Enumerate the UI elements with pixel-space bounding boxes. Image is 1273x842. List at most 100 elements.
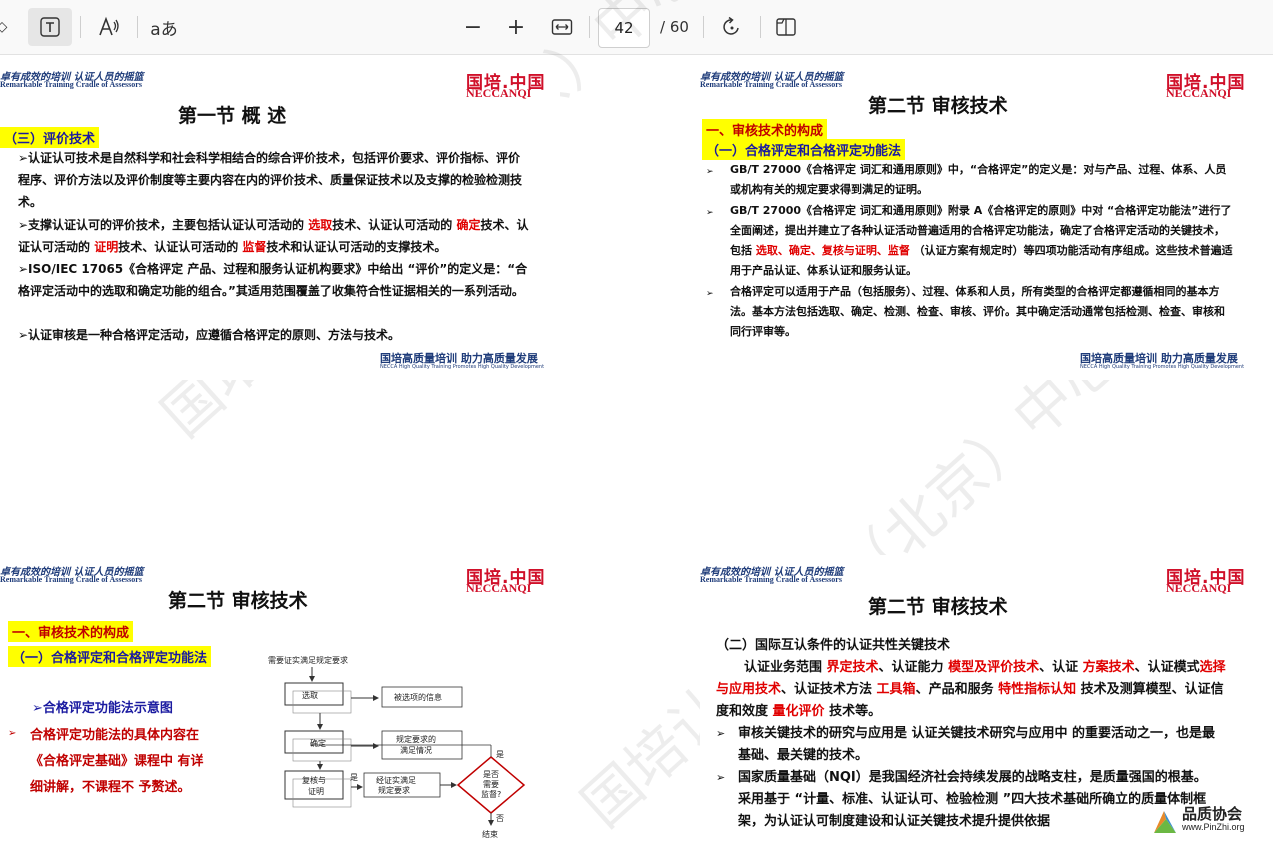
conformity-flowchart: 需要证实满足规定要求 选取 被选项的信息 确定 规定要求的 满足情况 复核与 证… xyxy=(268,655,526,839)
page-number-input[interactable]: 42 xyxy=(598,8,650,48)
highlight-text: 方案技术 xyxy=(1082,660,1135,675)
text: 、认证 xyxy=(1039,660,1083,675)
toolbar-separator xyxy=(589,16,590,38)
text-line: 细讲解，不课程不 予赘述。 xyxy=(30,780,191,795)
read-aloud-button[interactable] xyxy=(92,8,126,46)
highlight-text: 选取、确定、复核与证明、监督 xyxy=(755,244,910,257)
text: 、认证能力 xyxy=(878,660,949,675)
highlight-text: 特性指标认知 xyxy=(998,682,1077,697)
slide-3: 卓有成效的培训 认证人员的摇篮 Remarkable Training Crad… xyxy=(0,555,560,840)
paragraph: ➢认证审核是一种合格评定活动，应遵循合格评定的原则、方法与技术。 xyxy=(18,328,401,342)
paragraph: ➢认证认可技术是自然科学和社会科学相结合的综合评价技术，包括评价要求、评价指标、… xyxy=(18,151,523,209)
slide-2: 卓有成效的培训 认证人员的摇篮 Remarkable Training Crad… xyxy=(700,60,1260,380)
highlight-text: 监督 xyxy=(242,240,267,254)
logo-en: NECCANQI xyxy=(466,581,532,595)
slide-1: 卓有成效的培训 认证人员的摇篮 Remarkable Training Crad… xyxy=(0,60,560,380)
slogan-en: Remarkable Training Cradle of Assessors xyxy=(700,80,842,89)
flow-end-label: 结束 xyxy=(482,829,498,839)
text: 认证业务范围 xyxy=(744,660,827,675)
text: 、认证技术方法 xyxy=(781,682,877,697)
paragraph: ➢支撑认证认可的评价技术，主要包括认证认可活动的 选取技术、认证认可活动的 确定… xyxy=(18,214,538,258)
bullet-text: GB/T 27000《合格评定 词汇和通用原则》中，“合格评定”的定义是：对与产… xyxy=(730,163,1227,196)
text-select-button[interactable] xyxy=(28,8,72,46)
flow-decision-label: 需要 xyxy=(483,780,499,789)
bullet-icon: ➢ xyxy=(706,289,714,299)
page-total-label: / 60 xyxy=(660,18,689,36)
two-page-icon xyxy=(776,18,796,36)
text: 技术、认证认可活动的 xyxy=(118,240,243,254)
slide-title: 第一节 概 述 xyxy=(178,105,287,127)
zoom-out-button[interactable]: − xyxy=(460,8,486,46)
list-item: ➢合格评定功能法示意图 xyxy=(32,701,173,716)
zoom-in-button[interactable]: + xyxy=(503,8,529,46)
toolbar-separator xyxy=(703,16,704,38)
slide-4: 卓有成效的培训 认证人员的摇篮 Remarkable Training Crad… xyxy=(700,555,1273,840)
rotate-button[interactable] xyxy=(716,8,748,46)
badge-title: 品质协会 xyxy=(1182,805,1243,823)
flow-no-label: 否 xyxy=(496,814,504,823)
flow-determine-label: 确定 xyxy=(310,738,326,748)
flow-select-label: 选取 xyxy=(302,690,318,700)
paragraph: 认证业务范围 界定技术、认证能力 模型及评价技术、认证 方案技术、认证模式选择与… xyxy=(716,657,1228,723)
bullet-text: 审核关键技术的研究与应用是 认证关键技术研究与应用中 的重要活动之一，也是最基础… xyxy=(738,726,1216,763)
flow-decision-label: 是否 xyxy=(483,770,499,779)
two-page-view-button[interactable] xyxy=(770,8,802,46)
flow-output-label: 规定要求的 xyxy=(396,734,436,744)
pdf-toolbar: ◇ aあ − + 42 / 60 xyxy=(0,0,1273,55)
bullet-icon: ➢ xyxy=(8,728,17,739)
highlight-text: 模型及评价技术 xyxy=(948,660,1040,675)
text-line: 《合格评定基础》课程中 有详 xyxy=(30,754,204,769)
text: ➢支撑认证认可的评价技术，主要包括认证认可活动的 xyxy=(18,218,309,232)
logo-en: NECCANQI xyxy=(1166,86,1232,100)
highlight-text: 界定技术 xyxy=(826,660,879,675)
flow-output-label: 被选项的信息 xyxy=(394,692,442,702)
flow-yes-label: 是 xyxy=(350,773,358,782)
section-heading: （二）国际互认条件的认证共性关键技术 xyxy=(716,638,951,653)
bullet-icon: ➢ xyxy=(716,727,726,740)
logo-en: NECCANQI xyxy=(1166,581,1232,595)
logo-en: NECCANQI xyxy=(466,86,532,100)
highlight-text: 确定 xyxy=(456,218,481,232)
footer-slogan-en: NECCA High Quality Training Promotes Hig… xyxy=(380,364,545,370)
bullet-icon: ➢ xyxy=(716,771,726,784)
fit-width-icon xyxy=(551,19,573,35)
paragraph: ➢ISO/IEC 17065《合格评定 产品、过程和服务认证机构要求》中给出 “… xyxy=(18,262,528,298)
rotate-icon xyxy=(723,16,739,35)
text: 技术等。 xyxy=(824,704,882,719)
fit-width-button[interactable] xyxy=(546,8,578,46)
text: 技术和认证认可活动的支撑技术。 xyxy=(266,240,447,254)
list-item: 合格评定功能法的具体内容在 《合格评定基础》课程中 有详 细讲解，不课程不 予赘… xyxy=(30,723,204,801)
bullet-icon: ➢ xyxy=(706,167,714,177)
flow-output-label: 经证实满足 xyxy=(376,775,416,785)
flow-review-label: 复核与 xyxy=(302,775,326,785)
hidden-left-icon[interactable]: ◇ xyxy=(0,8,10,46)
site-badge: 品质协会 www.PinZhi.org xyxy=(1150,803,1270,837)
text: 、产品和服务 xyxy=(915,682,999,697)
section-heading: 一、审核技术的构成 xyxy=(8,621,134,642)
highlight-text: 证明 xyxy=(94,240,119,254)
bullet-text: 国家质量基础（NQI）是我国经济社会持续发展的战略支柱，是质量强国的根基。采用基… xyxy=(738,770,1207,829)
badge-url: www.PinZhi.org xyxy=(1182,822,1245,832)
flow-yes-label: 是 xyxy=(496,750,504,759)
text: 技术、认证认可活动的 xyxy=(332,218,457,232)
text: 、认证模式 xyxy=(1134,660,1200,675)
text-select-icon xyxy=(40,17,60,37)
slide-title: 第二节 审核技术 xyxy=(868,95,1008,117)
flow-start-label: 需要证实满足规定要求 xyxy=(268,655,348,665)
flow-review-label: 证明 xyxy=(308,787,324,796)
bullet-text: GB/T 27000《合格评定 词汇和通用原则》附录 A《合格评定的原则》中对 … xyxy=(730,201,1235,281)
text-line: 合格评定功能法的具体内容在 xyxy=(30,728,200,743)
toolbar-separator xyxy=(80,16,81,38)
section-heading: 一、审核技术的构成 xyxy=(702,119,828,140)
highlight-text: 工具箱 xyxy=(876,682,916,697)
bullet-icon: ➢ xyxy=(706,208,714,218)
section-heading: （三）评价技术 xyxy=(0,127,100,148)
slide-title: 第二节 审核技术 xyxy=(168,590,308,612)
toolbar-separator xyxy=(137,16,138,38)
read-aloud-icon xyxy=(99,16,119,36)
bullet-text: 合格评定可以适用于产品（包括服务）、过程、体系和人员，所有类型的合格评定都遵循相… xyxy=(730,285,1225,338)
slide-title: 第二节 审核技术 xyxy=(868,596,1008,618)
slogan-en: Remarkable Training Cradle of Assessors xyxy=(0,80,142,89)
translate-button[interactable]: aあ xyxy=(146,8,182,46)
flow-decision-label: 监督? xyxy=(481,789,501,799)
